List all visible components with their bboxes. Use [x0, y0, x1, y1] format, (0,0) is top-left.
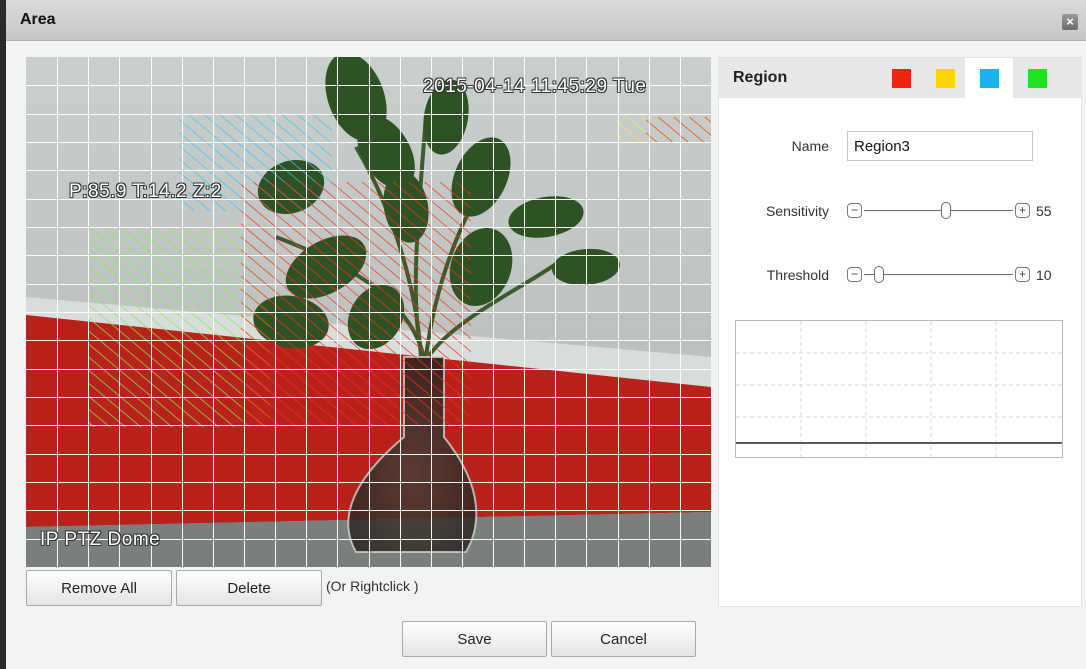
yellow-region-tab[interactable] [921, 58, 969, 98]
sensitivity-minus-icon[interactable]: − [847, 203, 862, 218]
blue-region-tab[interactable] [965, 58, 1013, 98]
threshold-value: 10 [1036, 267, 1052, 283]
sensitivity-label: Sensitivity [765, 203, 829, 219]
threshold-slider[interactable]: − + 10 [847, 265, 1052, 287]
area-dialog: Area × 2015-04-14 11:45:29 Tue P:85.9 T:… [0, 0, 1086, 669]
region-panel: Region Name Sensitivity − + 55 T [718, 57, 1082, 607]
cancel-button[interactable]: Cancel [551, 621, 696, 657]
sensitivity-value: 55 [1036, 203, 1052, 219]
remove-all-button[interactable]: Remove All [26, 570, 172, 606]
red-swatch [891, 68, 911, 88]
region-title: Region [733, 69, 788, 86]
yellow-swatch [935, 68, 955, 88]
rightclick-hint: (Or Rightclick ) [326, 578, 419, 594]
motion-level-graph [735, 320, 1063, 458]
ptz-readout-overlay: P:85.9 T:14.2 Z:2 [69, 181, 222, 202]
threshold-label: Threshold [766, 267, 829, 283]
sensitivity-track[interactable] [864, 202, 1013, 219]
threshold-handle[interactable] [873, 266, 884, 283]
sensitivity-plus-icon[interactable]: + [1015, 203, 1030, 218]
threshold-track[interactable] [864, 266, 1013, 283]
title-bar: Area × [6, 0, 1086, 41]
save-button[interactable]: Save [402, 621, 547, 657]
name-label: Name [791, 138, 829, 154]
region-name-input[interactable] [847, 131, 1033, 161]
region-header: Region [719, 58, 1081, 98]
blue-swatch [979, 68, 999, 88]
red-region-tab[interactable] [877, 58, 925, 98]
close-icon[interactable]: × [1062, 14, 1078, 30]
sensitivity-handle[interactable] [940, 202, 951, 219]
threshold-plus-icon[interactable]: + [1015, 267, 1030, 282]
green-swatch [1027, 68, 1047, 88]
dialog-title: Area [20, 11, 56, 28]
timestamp-overlay: 2015-04-14 11:45:29 Tue [423, 76, 647, 97]
sensitivity-slider[interactable]: − + 55 [847, 201, 1052, 223]
green-region-tab[interactable] [1013, 58, 1061, 98]
delete-button[interactable]: Delete [176, 570, 322, 606]
video-preview[interactable]: 2015-04-14 11:45:29 Tue P:85.9 T:14.2 Z:… [26, 57, 711, 567]
camera-name-overlay: IP PTZ Dome [40, 529, 161, 550]
video-scene [26, 57, 711, 567]
graph-canvas [736, 321, 1062, 457]
threshold-minus-icon[interactable]: − [847, 267, 862, 282]
